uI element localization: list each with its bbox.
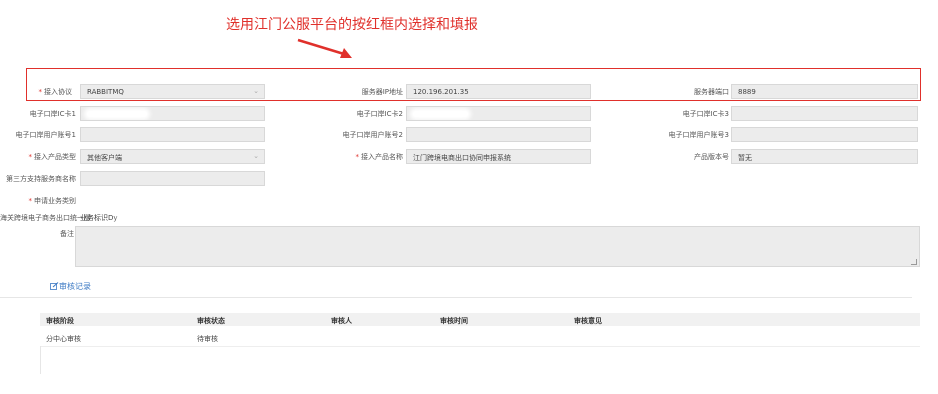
annotation-text: 选用江门公服平台的按红框内选择和填报 bbox=[226, 17, 478, 33]
customs-line-value: 业务标识Dy bbox=[80, 213, 165, 223]
ecard1-label: 电子口岸IC卡1 bbox=[29, 110, 76, 118]
product-type-select[interactable]: 其他客户端 ⌄ bbox=[80, 149, 265, 164]
eport-user2-input[interactable] bbox=[406, 127, 591, 142]
eport-user1-label: 电子口岸用户账号1 bbox=[15, 131, 76, 139]
header-auditor: 审核人 bbox=[331, 317, 352, 325]
header-status: 审核状态 bbox=[197, 317, 225, 325]
ecard1-input[interactable] bbox=[80, 106, 265, 121]
third-party-label: 第三方支持服务商名称 bbox=[6, 175, 76, 183]
server-address-input[interactable]: 120.196.201.35 bbox=[406, 84, 591, 99]
eport-user2-label: 电子口岸用户账号2 bbox=[342, 131, 403, 139]
server-address-label: 服务器IP地址 bbox=[361, 88, 403, 96]
remark-label: 备注 bbox=[60, 230, 74, 238]
annotation-arrow-icon bbox=[297, 38, 352, 58]
server-port-label: 服务器端口 bbox=[694, 88, 729, 96]
header-stage: 审核阶段 bbox=[46, 317, 74, 325]
redacted-mask bbox=[119, 215, 165, 221]
ecard2-label: 电子口岸IC卡2 bbox=[356, 110, 403, 118]
redacted-mask bbox=[87, 111, 147, 117]
product-type-label: * 接入产品类型 bbox=[28, 153, 77, 161]
third-party-input[interactable] bbox=[80, 171, 265, 186]
table-border bbox=[40, 346, 41, 374]
redacted-mask bbox=[413, 111, 468, 117]
eport-user3-input[interactable] bbox=[731, 127, 918, 142]
access-protocol-label: * 接入协议 bbox=[38, 88, 73, 96]
row-status: 待审核 bbox=[197, 335, 218, 343]
access-protocol-select[interactable]: RABBITMQ ⌄ bbox=[80, 84, 265, 99]
business-type-label: * 申请业务类别 bbox=[28, 197, 77, 205]
eport-user3-label: 电子口岸用户账号3 bbox=[668, 131, 729, 139]
product-name-input[interactable]: 江门跨境电商出口协同申报系统 bbox=[406, 149, 591, 164]
header-opinion: 审核意见 bbox=[574, 317, 602, 325]
ecard3-label: 电子口岸IC卡3 bbox=[682, 110, 729, 118]
ecard3-input[interactable] bbox=[731, 106, 918, 121]
table-row bbox=[40, 328, 920, 347]
audit-table-header bbox=[40, 313, 920, 326]
customs-line-label: 海关跨境电子商务出口统一版 bbox=[0, 214, 91, 222]
header-time: 审核时间 bbox=[440, 317, 468, 325]
edit-icon bbox=[50, 282, 59, 290]
resize-handle[interactable] bbox=[911, 259, 917, 265]
product-version-label: 产品版本号 bbox=[694, 153, 729, 161]
ecard2-input[interactable] bbox=[406, 106, 591, 121]
row-stage: 分中心审核 bbox=[46, 335, 81, 343]
section-divider bbox=[0, 297, 912, 298]
remark-textarea[interactable] bbox=[75, 226, 920, 267]
server-port-input[interactable]: 8889 bbox=[731, 84, 918, 99]
audit-record-link[interactable]: 审核记录 bbox=[50, 281, 91, 292]
chevron-down-icon: ⌄ bbox=[253, 152, 259, 160]
product-name-label: * 接入产品名称 bbox=[355, 153, 404, 161]
chevron-down-icon: ⌄ bbox=[253, 87, 259, 95]
eport-user1-input[interactable] bbox=[80, 127, 265, 142]
product-version-input[interactable]: 暂无 bbox=[731, 149, 918, 164]
